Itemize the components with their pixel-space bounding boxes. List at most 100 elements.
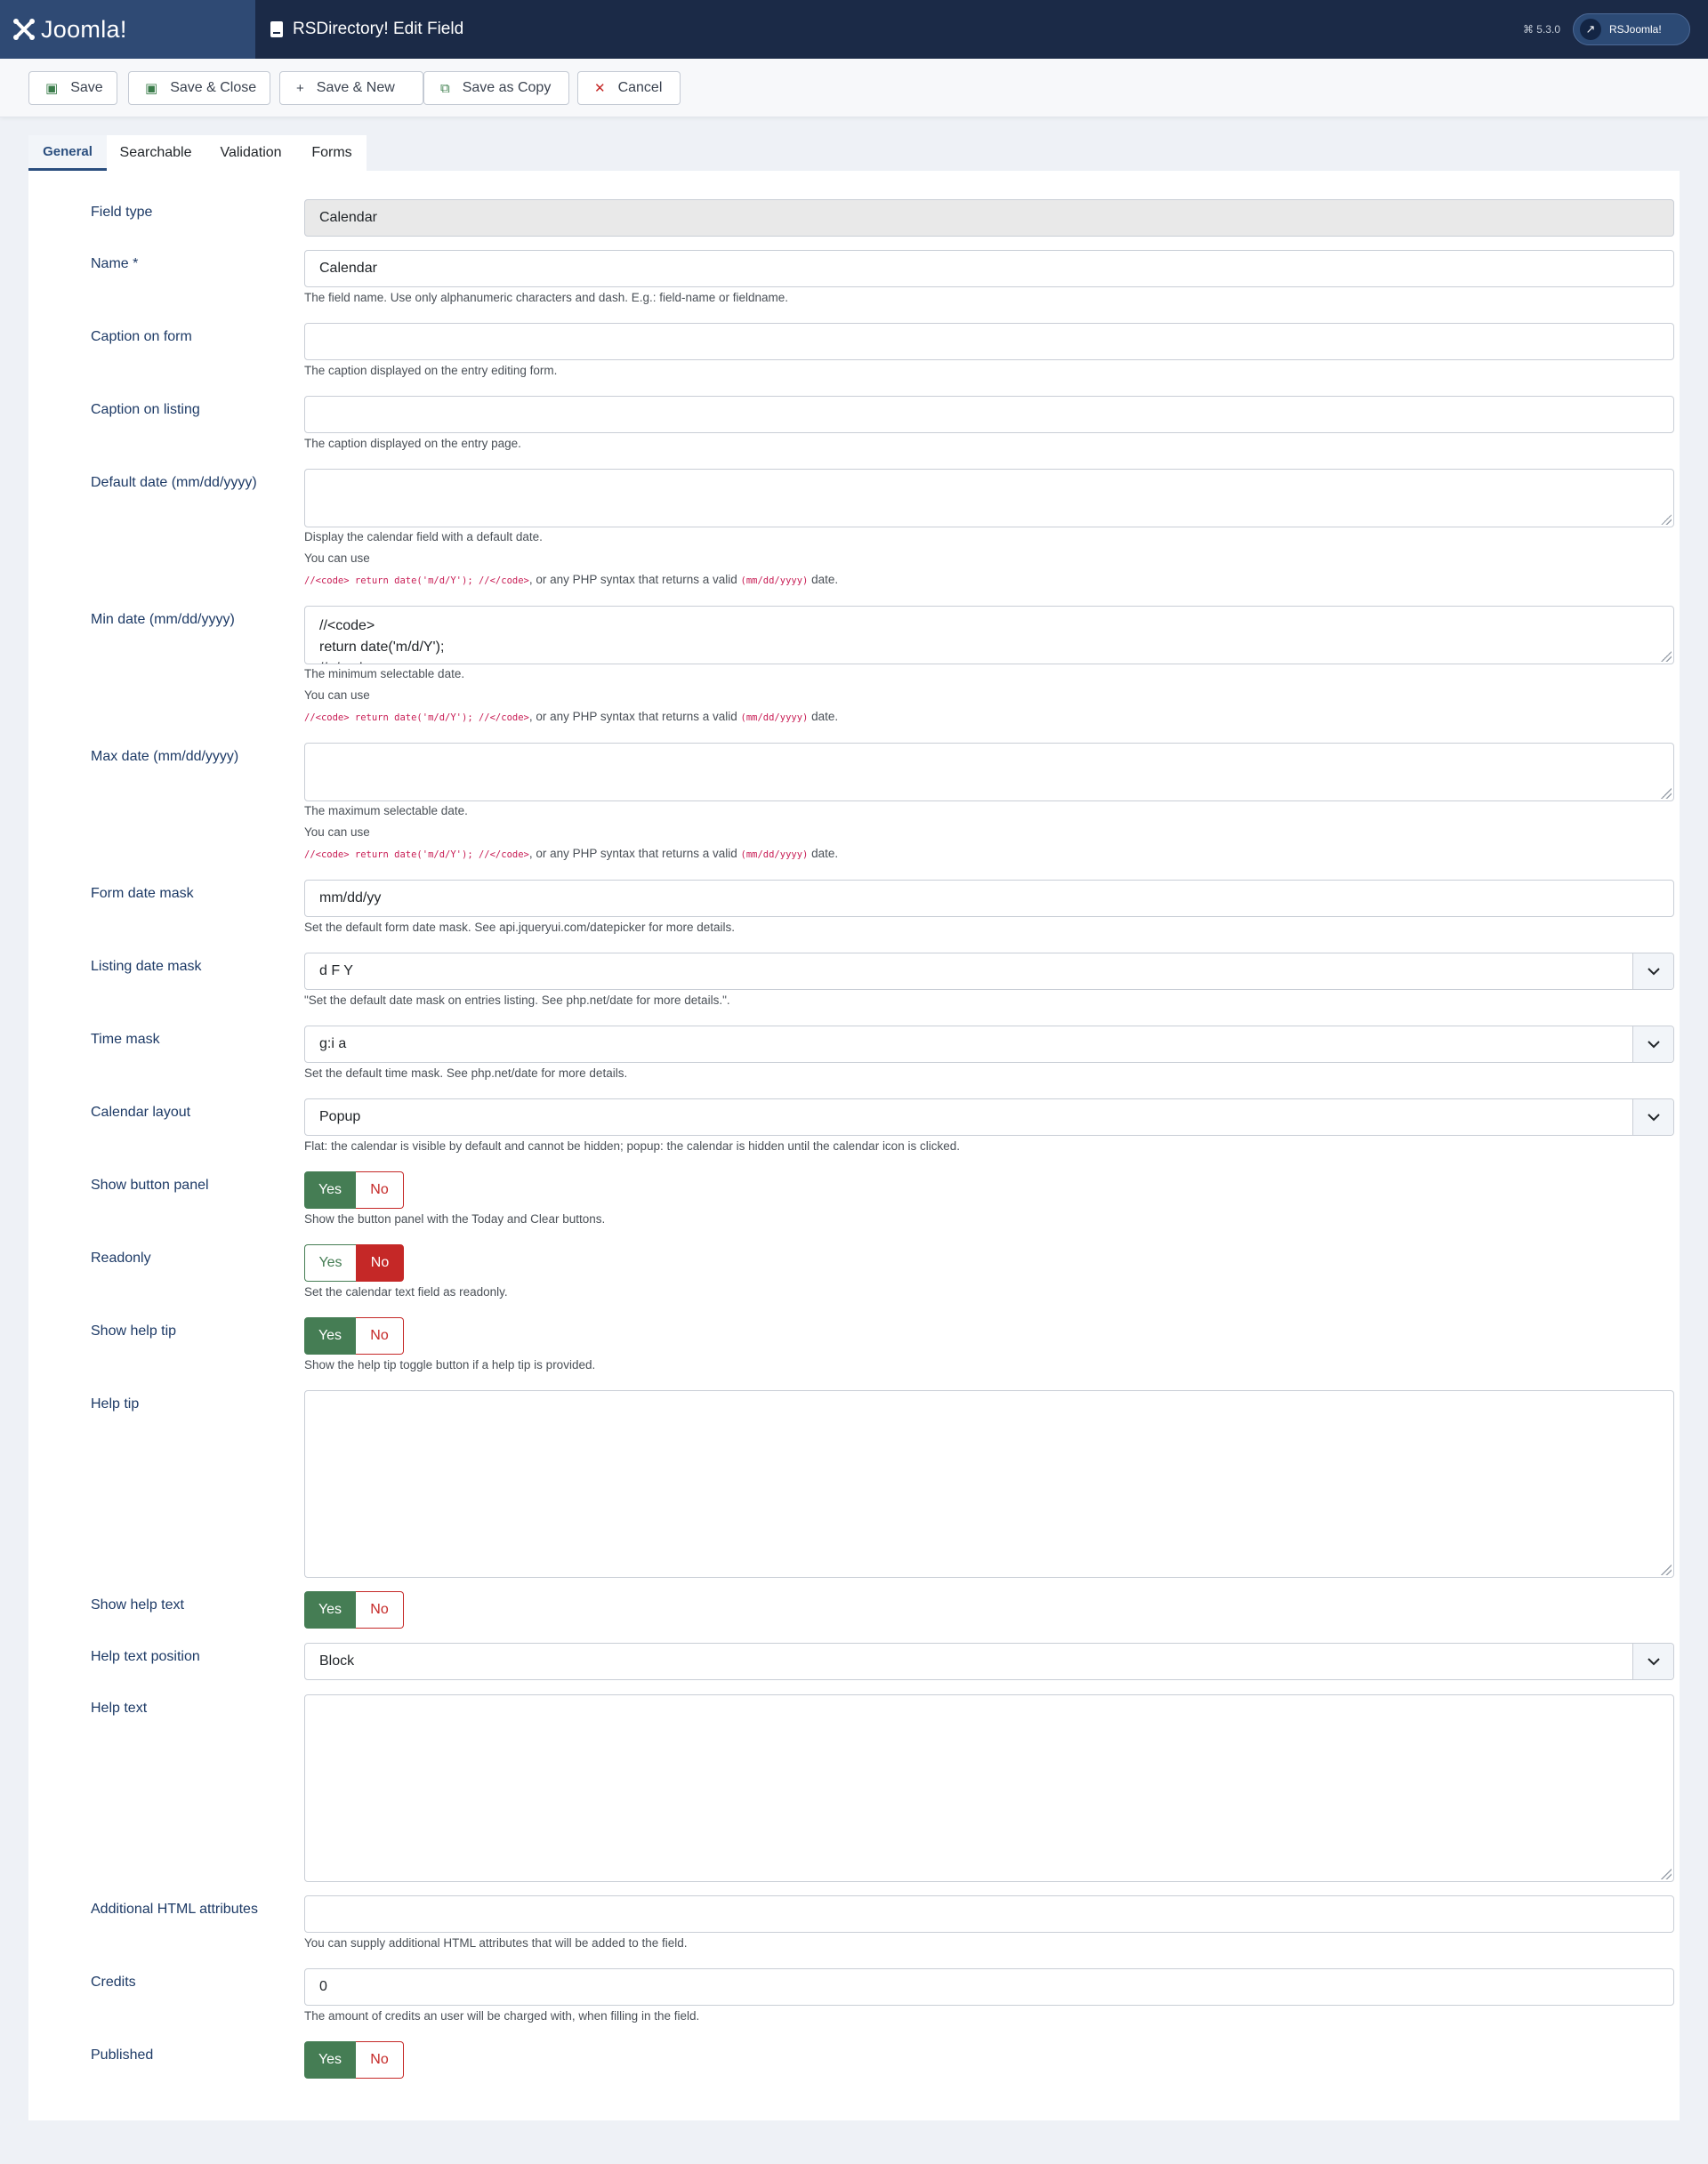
caption-listing-input[interactable]	[304, 396, 1674, 433]
published-toggle[interactable]: Yes No	[304, 2041, 404, 2079]
max-date-textarea[interactable]	[304, 743, 1674, 801]
tab-forms[interactable]: Forms	[297, 135, 367, 171]
help-text-position-select[interactable]: Block	[304, 1643, 1674, 1680]
help-text-value	[305, 1695, 1673, 1713]
top-header: Joomla! RSDirectory! Edit Field ⌘ 5.3.0 …	[0, 0, 1708, 59]
default-date-hint-use: You can use	[304, 551, 370, 565]
save-close-button[interactable]: ▣ Save & Close	[128, 71, 270, 105]
time-mask-label: Time mask	[91, 1032, 160, 1047]
joomla-logo[interactable]: Joomla!	[0, 0, 255, 59]
listing-mask-select[interactable]: d F Y	[304, 953, 1674, 990]
chevron-down-icon[interactable]	[1632, 1099, 1673, 1135]
no-option[interactable]: No	[356, 2041, 404, 2079]
min-date-textarea[interactable]: //<code> return date('m/d/Y'); //</code>	[304, 606, 1674, 664]
show-button-panel-label: Show button panel	[91, 1178, 209, 1193]
default-date-label: Default date (mm/dd/yyyy)	[91, 475, 257, 490]
chevron-down-icon[interactable]	[1632, 953, 1673, 989]
tab-searchable[interactable]: Searchable	[107, 135, 205, 171]
show-help-tip-toggle[interactable]: Yes No	[304, 1317, 404, 1355]
version-label: ⌘ 5.3.0	[1522, 23, 1560, 36]
calendar-layout-select[interactable]: Popup	[304, 1098, 1674, 1136]
cancel-label: Cancel	[617, 80, 663, 95]
no-option[interactable]: No	[356, 1171, 404, 1209]
resize-handle[interactable]	[1661, 1565, 1672, 1575]
tab-validation[interactable]: Validation	[205, 135, 297, 171]
show-button-panel-hint: Show the button panel with the Today and…	[304, 1212, 606, 1226]
field-type-label: Field type	[91, 205, 153, 220]
time-mask-select[interactable]: g:i a	[304, 1026, 1674, 1063]
user-menu-button[interactable]: ↗ RSJoomla!	[1573, 13, 1690, 45]
help-text-textarea[interactable]	[304, 1694, 1674, 1882]
yes-option[interactable]: Yes	[304, 1171, 356, 1209]
readonly-label: Readonly	[91, 1251, 151, 1266]
save-new-label: Save & New	[316, 80, 395, 95]
toolbar: ▣ Save ▣ Save & Close + Save & New ⧉ Sav…	[0, 59, 1708, 117]
calendar-layout-hint: Flat: the calendar is visible by default…	[304, 1139, 960, 1153]
code-snippet: //<code> return date('m/d/Y'); //</code>	[304, 575, 529, 586]
no-option[interactable]: No	[356, 1317, 404, 1355]
max-date-hint: The maximum selectable date.	[304, 804, 468, 817]
tab-general[interactable]: General	[28, 135, 107, 171]
save-close-label: Save & Close	[170, 80, 257, 95]
external-link-icon: ↗	[1580, 19, 1601, 40]
page-title: RSDirectory! Edit Field	[270, 20, 463, 39]
code-hint-text: , or any PHP syntax that returns a valid	[528, 573, 741, 586]
code-format: (mm/dd/yyyy)	[740, 849, 809, 860]
save-new-button[interactable]: + Save & New	[279, 71, 423, 105]
min-date-hint-use: You can use	[304, 688, 370, 702]
default-date-textarea[interactable]	[304, 469, 1674, 527]
credits-input[interactable]: 0	[304, 1968, 1674, 2006]
cancel-button[interactable]: ✕ Cancel	[577, 71, 681, 105]
resize-handle[interactable]	[1661, 1869, 1672, 1879]
name-hint: The field name. Use only alphanumeric ch…	[304, 291, 789, 304]
resize-handle[interactable]	[1661, 514, 1672, 525]
user-menu-label: RSJoomla!	[1609, 23, 1662, 36]
min-date-hint-code: //<code> return date('m/d/Y'); //</code>…	[304, 710, 838, 723]
html-attrs-input[interactable]	[304, 1895, 1674, 1933]
name-input[interactable]: Calendar	[304, 250, 1674, 287]
no-option[interactable]: No	[356, 1244, 404, 1282]
credits-hint: The amount of credits an user will be ch…	[304, 2009, 700, 2023]
readonly-toggle[interactable]: Yes No	[304, 1244, 404, 1282]
save-copy-label: Save as Copy	[462, 80, 552, 95]
form-mask-input[interactable]: mm/dd/yy	[304, 880, 1674, 917]
yes-option[interactable]: Yes	[304, 1591, 356, 1629]
show-help-text-toggle[interactable]: Yes No	[304, 1591, 404, 1629]
time-mask-hint: Set the default time mask. See php.net/d…	[304, 1066, 628, 1080]
html-attrs-label: Additional HTML attributes	[91, 1902, 258, 1917]
help-tip-textarea[interactable]	[304, 1390, 1674, 1578]
show-button-panel-toggle[interactable]: Yes No	[304, 1171, 404, 1209]
name-label: Name *	[91, 256, 139, 271]
code-format: (mm/dd/yyyy)	[740, 575, 809, 586]
help-text-label: Help text	[91, 1701, 148, 1716]
resize-handle[interactable]	[1661, 788, 1672, 799]
save-copy-button[interactable]: ⧉ Save as Copy	[423, 71, 569, 105]
book-icon	[270, 21, 283, 37]
page-title-text: RSDirectory! Edit Field	[293, 20, 464, 38]
no-option[interactable]: No	[356, 1591, 404, 1629]
default-date-value	[305, 470, 1673, 487]
code-hint-text: , or any PHP syntax that returns a valid	[528, 710, 741, 723]
published-label: Published	[91, 2047, 154, 2063]
calendar-layout-value: Popup	[319, 1109, 361, 1124]
logo-text: Joomla!	[41, 15, 127, 43]
listing-mask-hint: "Set the default date mask on entries li…	[304, 994, 730, 1007]
show-help-tip-hint: Show the help tip toggle button if a hel…	[304, 1358, 596, 1372]
yes-option[interactable]: Yes	[304, 1317, 356, 1355]
time-mask-value: g:i a	[319, 1036, 347, 1051]
yes-option[interactable]: Yes	[304, 2041, 356, 2079]
max-date-hint-code: //<code> return date('m/d/Y'); //</code>…	[304, 847, 838, 860]
save-button[interactable]: ▣ Save	[28, 71, 117, 105]
chevron-down-icon[interactable]	[1632, 1026, 1673, 1062]
code-hint-end: date.	[808, 710, 839, 723]
version-number: 5.3.0	[1536, 23, 1560, 36]
resize-handle[interactable]	[1661, 651, 1672, 662]
caption-form-input[interactable]	[304, 323, 1674, 360]
min-date-value: //<code> return date('m/d/Y'); //</code>	[319, 618, 445, 664]
code-snippet: //<code> return date('m/d/Y'); //</code>	[304, 712, 529, 723]
yes-option[interactable]: Yes	[304, 1244, 356, 1282]
caption-listing-hint: The caption displayed on the entry page.	[304, 437, 521, 450]
code-hint-end: date.	[808, 573, 839, 586]
chevron-down-icon[interactable]	[1632, 1644, 1673, 1679]
joomla-logo-icon	[13, 19, 35, 40]
